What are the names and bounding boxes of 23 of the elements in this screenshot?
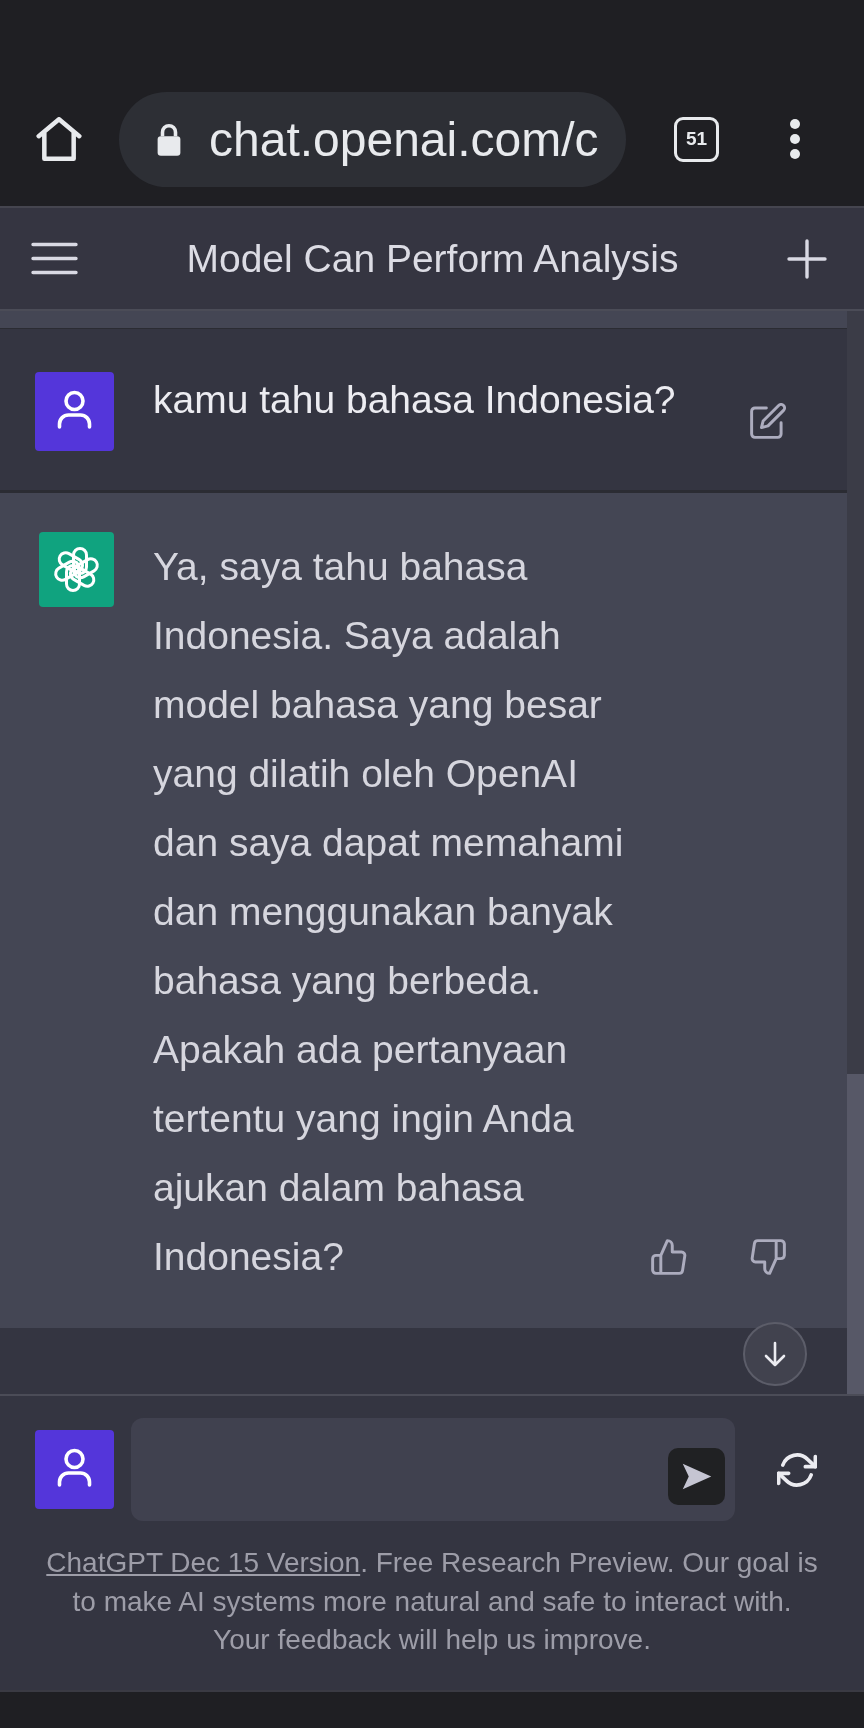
tab-count-button[interactable]: 51 — [674, 116, 719, 162]
thumbs-down-icon[interactable] — [750, 1239, 786, 1275]
menu-icon[interactable] — [31, 242, 78, 275]
chat-title: Model Can Perform Analysis — [185, 236, 680, 281]
person-avatar-icon — [35, 1430, 114, 1509]
home-icon[interactable] — [36, 117, 82, 161]
pencil-square-icon[interactable] — [750, 403, 786, 439]
arrow-down-icon — [763, 1341, 787, 1367]
message-input[interactable] — [131, 1418, 735, 1521]
version-link[interactable]: ChatGPT Dec 15 Version — [46, 1547, 361, 1578]
message-text: Ya, saya tahu bahasa Indonesia. Saya adalah model bahasa yang besar yang dilatih oleh OpenAI dan saya dapat memahami dan menggunakan banyak bahasa yang berbeda. Apakah ada pertanyaan tertentu yang ingin Anda ajukan dalam bahasa Indonesia? — [153, 544, 625, 1280]
send-button[interactable] — [668, 1448, 725, 1505]
plus-icon[interactable] — [787, 238, 827, 279]
paper-plane-icon — [681, 1463, 712, 1490]
address-bar[interactable]: chat.openai.com/c — [119, 91, 626, 187]
footer-note: ChatGPT Dec 15 Version. Free Research Preview. Our goal is to make AI systems more natural and safe to interact with. Your feedback will help us improve. — [45, 1546, 819, 1657]
thumbs-up-icon[interactable] — [651, 1239, 687, 1275]
scrollbar-thumb[interactable] — [847, 1074, 864, 1394]
person-avatar-icon — [35, 372, 114, 451]
more-options-icon[interactable] — [789, 119, 801, 159]
message-text: kamu tahu bahasa Indonesia? — [153, 377, 677, 423]
hexagonal-knot-logo-icon — [39, 532, 114, 607]
lock-icon — [156, 122, 182, 156]
